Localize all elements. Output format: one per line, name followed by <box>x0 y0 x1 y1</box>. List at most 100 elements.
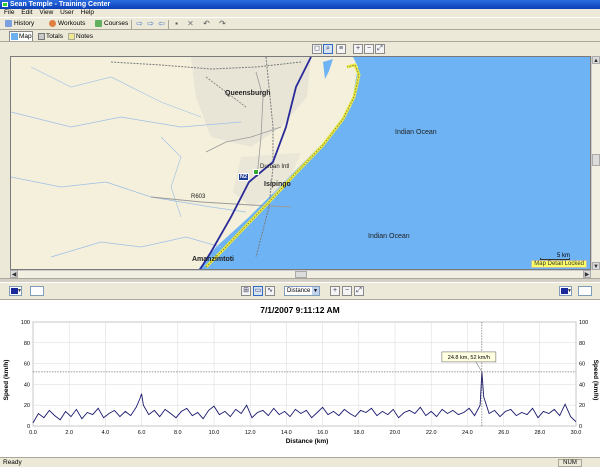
status-bar: Ready NUM <box>0 457 600 467</box>
menu-help[interactable]: Help <box>81 9 94 16</box>
courses-label: Courses <box>104 20 129 27</box>
right-axis-select[interactable] <box>578 286 592 296</box>
toolbar-separator <box>168 20 169 29</box>
x-tick-label: 16.0 <box>317 430 328 436</box>
zoom-in-icon[interactable]: + <box>353 44 363 54</box>
left-axis-select[interactable] <box>30 286 44 296</box>
chart-canvas: 7/1/2007 9:11:12 AM 020406080100 0204060… <box>3 305 599 445</box>
map-label-indian-ocean: Indian Ocean <box>368 233 410 240</box>
y-axis-right-ticks: 020406080100 <box>579 320 588 430</box>
chevron-down-icon: ▼ <box>567 288 572 294</box>
y-axis-right-label: Speed (km/h) <box>592 360 599 401</box>
history-icon <box>5 20 12 27</box>
scroll-right-icon[interactable]: ▶ <box>583 270 591 278</box>
chart-line-icon[interactable]: ∿ <box>265 286 275 296</box>
workouts-button[interactable]: Workouts <box>48 19 85 29</box>
chevron-down-icon: ▼ <box>312 287 319 295</box>
zoom-out-icon[interactable]: − <box>364 44 374 54</box>
totals-icon <box>38 33 45 40</box>
delete-icon[interactable]: ✕ <box>186 20 195 28</box>
map-toolbar: ◻ ⌕ ≡ + − ⤢ <box>0 42 600 56</box>
y-tick-label: 80 <box>24 341 30 347</box>
history-label: History <box>14 20 35 27</box>
scroll-up-icon[interactable]: ▲ <box>592 56 600 64</box>
redo-icon[interactable]: ↷ <box>218 20 227 28</box>
export-icon[interactable]: ⇨ <box>135 20 144 28</box>
chart-title: 7/1/2007 9:11:12 AM <box>260 305 340 315</box>
main-toolbar: History Workouts Courses ⇨ ⇨ ⇦ ▪ ✕ ↶ ↷ <box>0 17 600 30</box>
y-axis-left-ticks: 020406080100 <box>21 320 30 430</box>
map-vertical-scrollbar[interactable]: ▲ ▼ <box>591 56 600 270</box>
map-view[interactable]: Queensburgh Indian Ocean Indian Ocean Is… <box>10 56 591 270</box>
zoom-fit-icon[interactable]: ⤢ <box>375 44 385 54</box>
menu-bar: File Edit View User Help <box>0 9 600 17</box>
map-detail-locked-badge[interactable]: Map Detail Locked <box>531 260 587 268</box>
map-label-durban-intl: Durban Intl <box>260 164 290 170</box>
chart-toolbar: ▼ ⊞ ▭ ∿ Distance ▼ + − ⤢ ▼ <box>0 283 600 300</box>
x-tick-label: 18.0 <box>353 430 364 436</box>
scroll-thumb[interactable] <box>295 271 307 278</box>
map-horizontal-scrollbar[interactable]: ◀ ▶ <box>10 270 591 278</box>
view-tabs: Map Totals Notes <box>0 30 600 42</box>
scroll-left-icon[interactable]: ◀ <box>10 270 18 278</box>
map-label-isipingo: Isipingo <box>264 181 291 188</box>
x-tick-label: 0.0 <box>29 430 37 436</box>
map-icon <box>11 33 18 40</box>
x-axis-ticks: 0.0 2.0 4.0 6.0 8.0 10.0 12.0 14.0 16.0 18.0 20.0 2… <box>29 430 581 436</box>
history-button[interactable]: History <box>4 19 34 29</box>
chevron-down-icon: ▼ <box>17 288 22 294</box>
right-axis-color-picker[interactable]: ▼ <box>559 286 572 296</box>
y-tick-label: 100 <box>21 320 30 326</box>
y-tick-label: 40 <box>24 382 30 388</box>
x-tick-label: 6.0 <box>138 430 146 436</box>
x-tick-label: 4.0 <box>102 430 110 436</box>
tab-totals[interactable]: Totals <box>36 31 64 41</box>
map-label-r603: R603 <box>191 194 206 200</box>
left-axis-color-picker[interactable]: ▼ <box>9 286 22 296</box>
speed-chart[interactable]: 7/1/2007 9:11:12 AM 0 20 40 60 80 100 0 20 40 60… <box>0 300 600 457</box>
x-axis-select[interactable]: Distance ▼ <box>284 286 320 296</box>
map-label-amanzimtoti: Amanzimtoti <box>192 256 234 263</box>
save-icon[interactable]: ▪ <box>172 20 181 28</box>
tab-notes[interactable]: Notes <box>66 31 94 41</box>
x-tick-label: 8.0 <box>174 430 182 436</box>
x-tick-label: 22.0 <box>426 430 437 436</box>
y-tick-label: 60 <box>24 362 30 368</box>
menu-file[interactable]: File <box>4 9 14 16</box>
num-lock-indicator: NUM <box>558 459 582 467</box>
app-icon <box>2 2 8 7</box>
send-icon[interactable]: ⇨ <box>146 20 155 28</box>
import-icon[interactable]: ⇦ <box>157 20 166 28</box>
x-tick-label: 12.0 <box>245 430 256 436</box>
map-label-queensburgh: Queensburgh <box>225 90 271 97</box>
select-tool-icon[interactable]: ◻ <box>312 44 322 54</box>
workouts-label: Workouts <box>58 20 86 27</box>
chart-select-icon[interactable]: ⊞ <box>241 286 251 296</box>
menu-view[interactable]: View <box>39 9 53 16</box>
undo-icon[interactable]: ↶ <box>202 20 211 28</box>
courses-icon <box>95 20 102 27</box>
chart-fill-icon[interactable]: ▭ <box>253 286 263 296</box>
y-tick-label-right: 80 <box>579 341 585 347</box>
x-tick-label: 28.0 <box>534 430 545 436</box>
chart-zoom-fit-icon[interactable]: ⤢ <box>354 286 364 296</box>
menu-user[interactable]: User <box>60 9 74 16</box>
x-tick-label: 26.0 <box>498 430 509 436</box>
y-tick-label-right: 20 <box>579 403 585 409</box>
x-tick-label: 20.0 <box>390 430 401 436</box>
tab-map[interactable]: Map <box>9 31 33 41</box>
courses-button[interactable]: Courses <box>94 19 128 29</box>
menu-edit[interactable]: Edit <box>21 9 32 16</box>
chart-zoom-out-icon[interactable]: − <box>342 286 352 296</box>
airport-pin-icon[interactable] <box>253 169 259 175</box>
x-tick-label: 10.0 <box>209 430 220 436</box>
scroll-thumb[interactable] <box>592 154 600 166</box>
chart-zoom-in-icon[interactable]: + <box>330 286 340 296</box>
x-axis-label: Distance (km) <box>286 438 329 445</box>
magnify-tool-icon[interactable]: ⌕ <box>323 44 333 54</box>
y-tick-label-right: 40 <box>579 382 585 388</box>
scroll-down-icon[interactable]: ▼ <box>592 262 600 270</box>
map-layers-icon[interactable]: ≡ <box>336 44 346 54</box>
map-label-indian-ocean: Indian Ocean <box>395 129 437 136</box>
workouts-icon <box>49 20 56 27</box>
